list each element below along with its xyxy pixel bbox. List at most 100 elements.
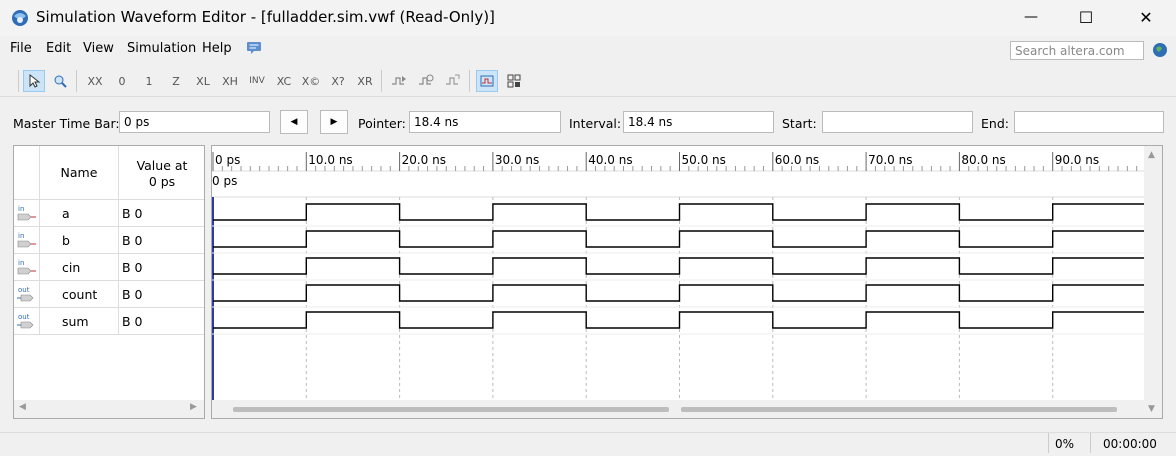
random-value-icon: XR: [357, 74, 373, 88]
time-tick-label: 0 ps: [215, 153, 240, 167]
timing-sim-icon: [419, 74, 434, 85]
start-field[interactable]: [822, 111, 973, 133]
globe-icon[interactable]: [1152, 42, 1168, 58]
waveform-horizontal-scrollbar[interactable]: [212, 400, 1144, 418]
waveform-panel[interactable]: 0 ps 10.0 ns 20.0 ns 30.0 ns 40.0 ns 50.0 ns 6…: [211, 145, 1163, 419]
scroll-up-icon[interactable]: ▲: [1148, 150, 1155, 160]
signal-value: B 0: [122, 206, 143, 221]
status-bar: [0, 432, 1176, 456]
time-tick-label: 70.0 ns: [868, 153, 912, 167]
minimize-icon: —: [1024, 9, 1038, 25]
waveform-view-button[interactable]: [476, 70, 498, 92]
elapsed-time-text: 00:00:00: [1103, 437, 1157, 451]
force-weak-low-button[interactable]: XL: [192, 70, 214, 92]
menu-file[interactable]: File: [10, 41, 32, 56]
signal-name: sum: [62, 314, 89, 329]
master-time-bar-field[interactable]: 0 ps: [119, 111, 270, 133]
force-unknown-icon: XX: [87, 74, 103, 88]
selection-tool-icon: [29, 74, 41, 88]
selection-tool-button[interactable]: [23, 70, 45, 92]
svg-text:in: in: [18, 259, 24, 267]
netlist-sim-icon: [446, 74, 460, 85]
force-high-button[interactable]: 1: [138, 70, 160, 92]
name-column-header[interactable]: Name: [40, 165, 118, 180]
signal-row-count[interactable]: out count B 0: [14, 281, 204, 307]
signal-row-cin[interactable]: in cin B 0: [14, 254, 204, 280]
menu-edit[interactable]: Edit: [46, 41, 71, 56]
zoom-tool-button[interactable]: [49, 70, 71, 92]
time-tick-label: 30.0 ns: [495, 153, 539, 167]
force-unknown-button[interactable]: XX: [84, 70, 106, 92]
svg-text:in: in: [18, 205, 24, 213]
arbitrary-value-button[interactable]: X?: [327, 70, 349, 92]
master-time-bar-label: Master Time Bar:: [13, 116, 120, 131]
force-low-button[interactable]: 0: [111, 70, 133, 92]
maximize-icon: ☐: [1078, 7, 1094, 27]
maximize-button[interactable]: ☐: [1063, 0, 1109, 34]
count-value-button[interactable]: XC: [273, 70, 295, 92]
pointer-field[interactable]: 18.4 ns: [409, 111, 561, 133]
input-pin-icon: in: [17, 259, 36, 275]
signal-row-sum[interactable]: out sum B 0: [14, 308, 204, 334]
zoom-tool-icon: [54, 75, 67, 88]
scroll-thumb[interactable]: [681, 407, 1117, 412]
toolbar-separator: [381, 70, 382, 92]
menu-help[interactable]: Help: [202, 41, 232, 56]
force-low-icon: 0: [118, 74, 126, 88]
waveform-view-icon: [480, 75, 494, 87]
scroll-right-icon[interactable]: ▶: [190, 402, 197, 412]
signal-waveform: [213, 230, 1144, 248]
signal-waveform: [213, 284, 1144, 302]
netlist-sim-button[interactable]: [442, 70, 464, 92]
signal-waveform: [213, 311, 1144, 329]
start-label: Start:: [782, 116, 817, 131]
interval-field[interactable]: 18.4 ns: [623, 111, 774, 133]
svg-text:out: out: [18, 313, 30, 321]
menu-simulation[interactable]: Simulation: [127, 41, 196, 56]
waveform-canvas[interactable]: 0 ps 10.0 ns 20.0 ns 30.0 ns 40.0 ns 50.0 ns 6…: [212, 146, 1162, 418]
progress-text: 0%: [1055, 437, 1075, 451]
time-tick-label: 60.0 ns: [775, 153, 819, 167]
force-high-impedance-button[interactable]: Z: [165, 70, 187, 92]
time-tick-label: 40.0 ns: [588, 153, 632, 167]
speech-bubble-icon[interactable]: [246, 41, 262, 55]
svg-text:out: out: [18, 286, 30, 294]
signal-horizontal-scrollbar[interactable]: ◀ ▶: [14, 400, 204, 418]
app-icon: [12, 10, 28, 26]
clock-button[interactable]: X©: [300, 70, 322, 92]
timing-sim-button[interactable]: [415, 70, 437, 92]
functional-sim-button[interactable]: [388, 70, 410, 92]
output-pin-icon: out: [17, 313, 34, 329]
signal-row-b[interactable]: in b B 0: [14, 227, 204, 253]
signal-waveform: [213, 203, 1144, 221]
value-column-header-line2: 0 ps: [148, 174, 176, 189]
signal-row-a[interactable]: in a B 0: [14, 200, 204, 226]
scroll-thumb[interactable]: [233, 407, 669, 412]
signal-name: count: [62, 287, 98, 302]
triangle-left-icon: ◀: [290, 117, 298, 127]
minimize-button[interactable]: —: [1008, 0, 1054, 34]
close-button[interactable]: ✕: [1123, 0, 1169, 34]
menu-view[interactable]: View: [83, 41, 114, 56]
search-input[interactable]: Search altera.com: [1010, 41, 1144, 60]
value-column-header-line1[interactable]: Value at: [119, 158, 205, 173]
signal-value: B 0: [122, 314, 143, 329]
invert-button[interactable]: INV: [246, 70, 268, 92]
signal-value: B 0: [122, 260, 143, 275]
next-transition-button[interactable]: ▶: [320, 110, 348, 134]
time-tick-label: 20.0 ns: [402, 153, 446, 167]
force-weak-low-icon: XL: [196, 74, 210, 88]
force-weak-high-button[interactable]: XH: [219, 70, 241, 92]
end-field[interactable]: [1014, 111, 1164, 133]
grid-view-button[interactable]: [503, 70, 525, 92]
time-tick-label: 90.0 ns: [1055, 153, 1099, 167]
signal-name: cin: [62, 260, 81, 275]
count-value-icon: XC: [276, 74, 292, 88]
random-value-button[interactable]: XR: [354, 70, 376, 92]
window-title: Simulation Waveform Editor - [fulladder.…: [36, 8, 495, 26]
prev-transition-button[interactable]: ◀: [280, 110, 308, 134]
input-pin-icon: in: [17, 232, 36, 248]
waveform-vertical-scrollbar[interactable]: ▲ ▼: [1144, 146, 1162, 418]
scroll-down-icon[interactable]: ▼: [1148, 404, 1155, 414]
scroll-left-icon[interactable]: ◀: [19, 402, 26, 412]
